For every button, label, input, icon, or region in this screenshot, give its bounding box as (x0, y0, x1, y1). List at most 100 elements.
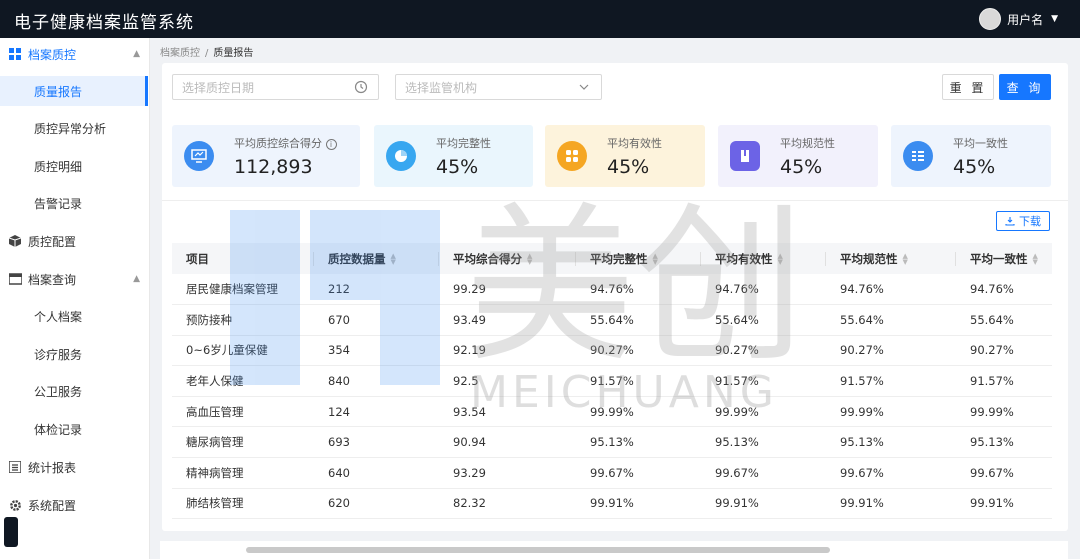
stat-label: 平均一致性 (953, 137, 1008, 150)
sort-icon[interactable]: ▲ ▼ (391, 253, 396, 266)
sidebar-group-archive-query[interactable]: 档案查询 ▲ (0, 263, 150, 295)
breadcrumb-parent[interactable]: 档案质控 (160, 48, 200, 59)
stat-value: 45% (780, 156, 823, 178)
percent-cell: 94.76% (826, 274, 956, 306)
sort-icon[interactable]: ▲ ▼ (1033, 253, 1038, 266)
sort-icon[interactable]: ▲ ▼ (653, 253, 658, 266)
apps-icon (557, 141, 587, 171)
caret-down-icon[interactable]: ▼ (1051, 14, 1058, 24)
chevron-up-icon: ▲ (133, 49, 140, 59)
project-link[interactable]: 预防接种 (172, 304, 314, 336)
stat-label: 平均质控综合得分 i (234, 135, 337, 151)
monitor-icon (184, 141, 214, 171)
percent-cell: 91.57% (576, 365, 701, 397)
sidebar-item-clinical-service[interactable]: 诊疗服务 (0, 339, 148, 369)
sidebar-collapse-handle[interactable] (4, 517, 18, 547)
folder-icon (8, 272, 22, 286)
project-link[interactable]: 高血压管理 (172, 396, 314, 428)
column-header-label: 平均规范性 (840, 251, 898, 266)
stat-card-completeness: 平均完整性 45% (374, 125, 533, 187)
percent-cell: 91.57% (826, 365, 956, 397)
app-title: 电子健康档案监管系统 (14, 13, 194, 33)
chevron-up-icon: ▲ (133, 274, 140, 284)
date-picker[interactable]: 选择质控日期 (172, 74, 379, 100)
query-button[interactable]: 查 询 (999, 74, 1051, 100)
percent-cell: 95.13% (956, 426, 1052, 459)
percent-cell: 99.99% (826, 396, 956, 428)
avatar[interactable] (979, 8, 1002, 30)
percent-cell: 55.64% (701, 304, 826, 336)
data-volume-cell: 840 (314, 365, 439, 397)
sidebar-group-system-config[interactable]: 系统配置 (0, 489, 150, 521)
project-link[interactable]: 糖尿病管理 (172, 426, 314, 459)
column-header-label: 项目 (186, 251, 209, 266)
table-row: 肺结核管理 620 82.32 99.91% 99.91% 99.91% 99.91% (172, 488, 1052, 520)
table-row: 糖尿病管理 693 90.94 95.13% 95.13% 95.13% 95.13% (172, 426, 1052, 459)
project-link[interactable]: 精神病管理 (172, 457, 314, 489)
sort-icon[interactable]: ▲ ▼ (527, 253, 532, 266)
download-button[interactable]: 下载 (996, 211, 1050, 231)
sidebar-group-label: 档案质控 (28, 47, 77, 62)
stat-card-standardization: 平均规范性 45% (718, 125, 878, 187)
sidebar-item-personal-archive[interactable]: 个人档案 (0, 301, 148, 331)
sidebar-item-physical-exam[interactable]: 体检记录 (0, 414, 148, 444)
percent-cell: 99.91% (701, 488, 826, 520)
sidebar-item-anomaly-analysis[interactable]: 质控异常分析 (0, 113, 148, 143)
percent-cell: 99.67% (956, 457, 1052, 489)
project-link[interactable]: 0~6岁儿童保健 (172, 335, 314, 367)
column-header[interactable]: 平均规范性 ▲ ▼ (826, 243, 956, 274)
table-row: 预防接种 670 93.49 55.64% 55.64% 55.64% 55.64% (172, 304, 1052, 336)
column-header: 项目 (172, 243, 314, 274)
reset-button[interactable]: 重 置 (942, 74, 994, 100)
org-select[interactable]: 选择监管机构 (395, 74, 602, 100)
score-cell: 92.5 (439, 365, 576, 397)
sidebar-group-qc[interactable]: 档案质控 ▲ (0, 38, 150, 70)
column-header[interactable]: 平均完整性 ▲ ▼ (576, 243, 701, 274)
user-menu[interactable]: 用户名 ▼ (979, 7, 1058, 31)
top-bar: 电子健康档案监管系统 用户名 ▼ (0, 0, 1080, 38)
sidebar-item-public-health[interactable]: 公卫服务 (0, 376, 148, 406)
data-volume-cell: 693 (314, 426, 439, 459)
user-name[interactable]: 用户名 (1007, 11, 1043, 28)
project-link[interactable]: 居民健康档案管理 (172, 274, 314, 306)
table-row: 0~6岁儿童保健 354 92.19 90.27% 90.27% 90.27% 90.27% (172, 335, 1052, 367)
project-link[interactable]: 老年人保健 (172, 365, 314, 397)
percent-cell: 90.27% (826, 335, 956, 367)
percent-cell: 94.76% (956, 274, 1052, 306)
score-cell: 99.29 (439, 274, 576, 306)
percent-cell: 95.13% (701, 426, 826, 459)
column-header[interactable]: 平均有效性 ▲ ▼ (701, 243, 826, 274)
table-row: 精神病管理 640 93.29 99.67% 99.67% 99.67% 99.67% (172, 457, 1052, 489)
breadcrumb-separator: / (205, 48, 209, 59)
breadcrumb: 档案质控 / 质量报告 (160, 44, 253, 59)
column-header[interactable]: 平均综合得分 ▲ ▼ (439, 243, 576, 274)
breadcrumb-current: 质量报告 (213, 48, 254, 59)
percent-cell: 99.91% (956, 488, 1052, 520)
percent-cell: 99.91% (826, 488, 956, 520)
percent-cell: 99.91% (576, 488, 701, 520)
percent-cell: 99.67% (701, 457, 826, 489)
sidebar-group-qc-config[interactable]: 质控配置 (0, 225, 150, 257)
project-link[interactable]: 肺结核管理 (172, 488, 314, 520)
percent-cell: 99.67% (576, 457, 701, 489)
sidebar-item-alert-log[interactable]: 告警记录 (0, 188, 148, 218)
info-icon[interactable]: i (325, 139, 337, 150)
sidebar-group-statistics[interactable]: 统计报表 (0, 451, 150, 483)
stat-card-consistency: 平均一致性 45% (891, 125, 1051, 187)
column-header[interactable]: 质控数据量 ▲ ▼ (314, 243, 439, 274)
report-card: 选择质控日期 选择监管机构 重 置 查 询 平均质控综合得分 i 112,893… (162, 63, 1068, 531)
sort-icon[interactable]: ▲ ▼ (903, 253, 908, 266)
sidebar-item-quality-report[interactable]: 质量报告 (0, 76, 148, 106)
score-cell: 90.94 (439, 426, 576, 459)
sort-icon[interactable]: ▲ ▼ (778, 253, 783, 266)
stat-card-validity: 平均有效性 45% (545, 125, 705, 187)
data-volume-cell: 124 (314, 396, 439, 428)
horizontal-scrollbar[interactable] (246, 547, 830, 553)
sidebar-item-qc-detail[interactable]: 质控明细 (0, 151, 148, 181)
table-body: 居民健康档案管理 212 99.29 94.76% 94.76% 94.76% 94.76%… (172, 274, 1052, 520)
column-header-label: 平均一致性 (970, 251, 1028, 266)
column-header[interactable]: 平均一致性 ▲ ▼ (956, 243, 1052, 274)
sidebar-group-label: 统计报表 (28, 460, 77, 475)
percent-cell: 95.13% (576, 426, 701, 459)
percent-cell: 94.76% (576, 274, 701, 306)
